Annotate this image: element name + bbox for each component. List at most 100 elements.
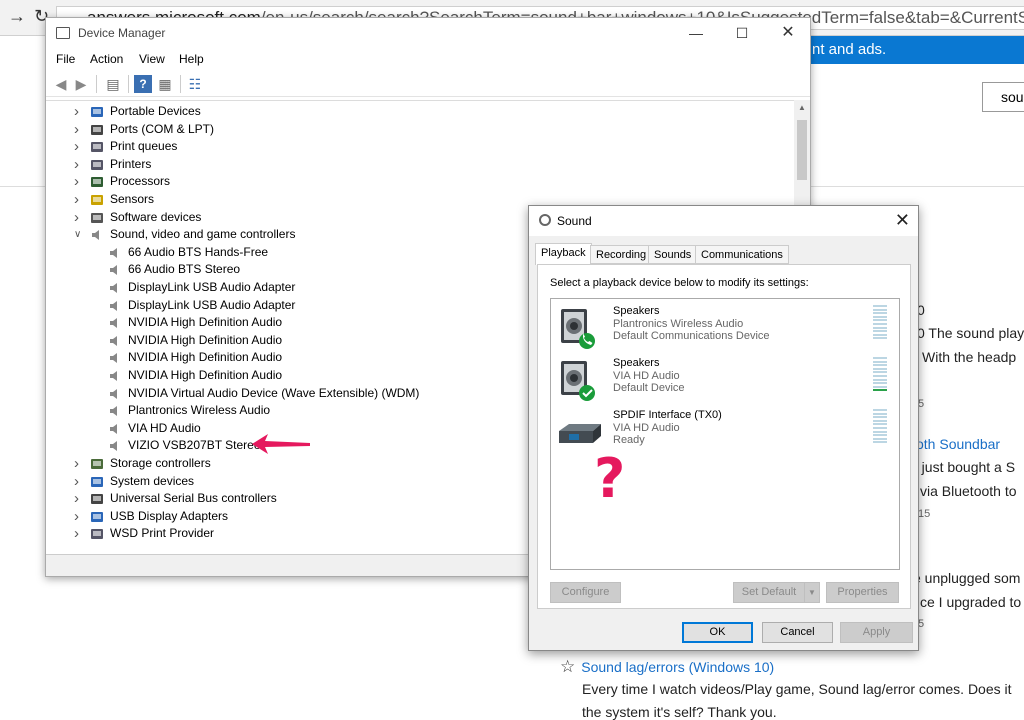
device-manager-title: Device Manager <box>78 26 166 40</box>
apply-button[interactable]: Apply <box>840 622 913 643</box>
speaker-icon <box>108 263 122 277</box>
tab-communications[interactable]: Communications <box>695 245 789 264</box>
tab-recording[interactable]: Recording <box>590 245 653 264</box>
chevron-right-icon[interactable]: › <box>74 121 84 138</box>
tree-item-label: System devices <box>110 473 195 488</box>
tree-item-label: Portable Devices <box>110 104 201 118</box>
toolbar-separator <box>128 75 129 93</box>
menu-view[interactable]: View <box>139 52 165 66</box>
result-text-fragment: e just bought a S <box>910 459 1016 475</box>
scroll-thumb[interactable] <box>797 120 807 180</box>
chevron-right-icon[interactable]: › <box>74 525 84 542</box>
properties-icon[interactable]: ▦ <box>156 75 174 93</box>
close-button[interactable]: ✕ <box>768 22 808 44</box>
chevron-right-icon[interactable]: › <box>74 191 84 208</box>
chevron-right-icon[interactable]: › <box>74 173 84 190</box>
speaker-icon <box>108 351 122 365</box>
tree-item-label: WSD Print Provider <box>110 526 215 541</box>
set-default-button[interactable]: Set Default <box>733 582 805 603</box>
processor-icon <box>90 175 104 189</box>
chevron-right-icon[interactable]: › <box>74 473 84 490</box>
tree-item-label: DisplayLink USB Audio Adapter <box>128 297 296 312</box>
configure-button[interactable]: Configure <box>550 582 621 603</box>
tree-item-label: VIZIO VSB207BT Stereo <box>128 438 261 453</box>
tree-item-label: Processors <box>110 174 171 189</box>
tree-item-label: Storage controllers <box>110 456 211 470</box>
result-text-fragment: via Bluetooth to <box>920 483 1017 499</box>
tree-item[interactable]: › Ports (COM & LPT) <box>46 121 786 139</box>
result-text-fragment: 15 <box>918 508 931 520</box>
menu-file[interactable]: File <box>56 52 75 66</box>
playback-device-item[interactable]: SPDIF Interface (TX0) VIA HD Audio Ready <box>551 405 899 453</box>
tree-item-label: NVIDIA High Definition Audio <box>128 332 283 347</box>
tab-playback[interactable]: Playback <box>535 243 592 265</box>
toolbar-separator <box>180 75 181 93</box>
chevron-down-icon[interactable]: ∨ <box>74 226 84 243</box>
device-manager-titlebar[interactable]: Device Manager — ☐ ✕ <box>46 18 810 49</box>
forward-arrow-icon[interactable]: → <box>8 6 26 27</box>
set-default-dropdown-icon[interactable]: ▼ <box>804 582 820 603</box>
playback-device-item[interactable]: Speakers Plantronics Wireless Audio Defaul… <box>551 301 899 349</box>
chevron-right-icon[interactable]: › <box>74 455 84 472</box>
scroll-up-icon[interactable]: ▲ <box>798 103 806 112</box>
tree-item-label: NVIDIA High Definition Audio <box>128 350 283 365</box>
tree-item[interactable]: › Portable Devices <box>46 103 786 121</box>
tree-item[interactable]: › Processors <box>46 173 786 191</box>
close-icon[interactable]: ✕ <box>895 210 910 231</box>
tree-item-label: Plantronics Wireless Audio <box>128 403 271 418</box>
sound-dialog-titlebar[interactable]: Sound ✕ <box>529 206 918 236</box>
star-icon[interactable]: ☆ <box>560 657 575 676</box>
menu-help[interactable]: Help <box>179 52 204 66</box>
chevron-right-icon[interactable]: › <box>74 490 84 507</box>
printer-icon <box>90 140 104 154</box>
result-text-fragment: the system it's self? Thank you. <box>582 704 777 720</box>
help-icon[interactable]: ? <box>134 75 152 93</box>
chevron-right-icon[interactable]: › <box>74 138 84 155</box>
show-hide-console-tree-icon[interactable]: ▤ <box>104 75 122 93</box>
speaker-icon <box>108 316 122 330</box>
instruction-text: Select a playback device below to modify… <box>550 277 809 289</box>
tree-item-label: 66 Audio BTS Stereo <box>128 262 241 277</box>
result-text-fragment: With the headp <box>922 349 1017 365</box>
menu-action[interactable]: Action <box>90 52 123 66</box>
forward-arrow-icon[interactable]: ▶ <box>72 75 90 93</box>
speaker-icon <box>557 359 595 401</box>
chevron-right-icon[interactable]: › <box>74 508 84 525</box>
cancel-button[interactable]: Cancel <box>762 622 833 643</box>
printer-icon <box>90 527 104 541</box>
tree-item[interactable]: › Print queues <box>46 138 786 156</box>
result-text-fragment[interactable]: oth Soundbar <box>916 436 1000 452</box>
scan-hardware-monitor-icon[interactable]: ☷ <box>186 75 204 93</box>
pink-arrow-icon <box>252 434 310 454</box>
properties-button[interactable]: Properties <box>826 582 899 603</box>
sound-dialog-title: Sound <box>557 214 592 228</box>
tree-item-label: Universal Serial Bus controllers <box>110 491 277 506</box>
tab-sounds[interactable]: Sounds <box>648 245 698 264</box>
result-text-fragment: ce I upgraded to <box>920 594 1022 610</box>
device-manager-icon <box>56 27 70 39</box>
device-driver: VIA HD Audio <box>613 421 680 434</box>
chevron-right-icon[interactable]: › <box>74 103 84 120</box>
tree-item-label: DisplayLink USB Audio Adapter <box>128 280 296 294</box>
chevron-right-icon[interactable]: › <box>74 156 84 173</box>
search-result-title[interactable]: ☆ Sound lag/errors (Windows 10) <box>560 657 774 677</box>
device-status: Default Device <box>613 382 685 394</box>
system-device-icon <box>90 475 104 489</box>
tree-item[interactable]: › Printers <box>46 156 786 174</box>
site-search-input[interactable]: sou <box>982 82 1024 112</box>
device-name: SPDIF Interface (TX0) <box>613 409 722 421</box>
tree-item-label: Print queues <box>110 139 178 154</box>
playback-panel: Select a playback device below to modify… <box>537 264 911 609</box>
speaker-icon <box>108 439 122 453</box>
maximize-button[interactable]: ☐ <box>722 22 762 44</box>
back-arrow-icon[interactable]: ◀ <box>52 75 70 93</box>
result-text-fragment: e unplugged som <box>913 570 1021 586</box>
question-mark-annotation: ? <box>594 447 626 510</box>
volume-level-meter <box>873 409 887 447</box>
chevron-right-icon[interactable]: › <box>74 209 84 226</box>
minimize-button[interactable]: — <box>676 22 716 44</box>
result-text-fragment: 0 The sound play <box>917 325 1024 341</box>
ok-button[interactable]: OK <box>682 622 753 643</box>
playback-device-item[interactable]: Speakers VIA HD Audio Default Device <box>551 353 899 401</box>
sound-dialog: Sound ✕ Playback Recording Sounds Commun… <box>528 205 919 651</box>
